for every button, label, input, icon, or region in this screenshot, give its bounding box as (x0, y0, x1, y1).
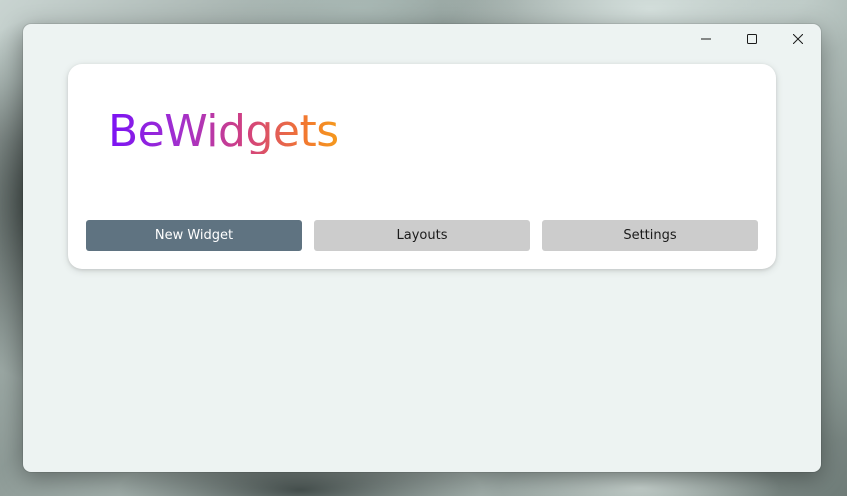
settings-button[interactable]: Settings (542, 220, 758, 251)
minimize-icon (701, 38, 711, 40)
maximize-button[interactable] (729, 24, 775, 54)
action-buttons: New Widget Layouts Settings (86, 220, 758, 251)
close-icon (793, 34, 803, 44)
maximize-icon (747, 34, 757, 44)
header-card: BeWidgets New Widget Layouts Settings (68, 64, 776, 269)
layouts-button[interactable]: Layouts (314, 220, 530, 251)
minimize-button[interactable] (683, 24, 729, 54)
window-caption-buttons (683, 24, 821, 54)
close-button[interactable] (775, 24, 821, 54)
new-widget-button[interactable]: New Widget (86, 220, 302, 251)
app-window: BeWidgets New Widget Layouts Settings (23, 24, 821, 472)
app-logo-title: BeWidgets (108, 106, 339, 157)
